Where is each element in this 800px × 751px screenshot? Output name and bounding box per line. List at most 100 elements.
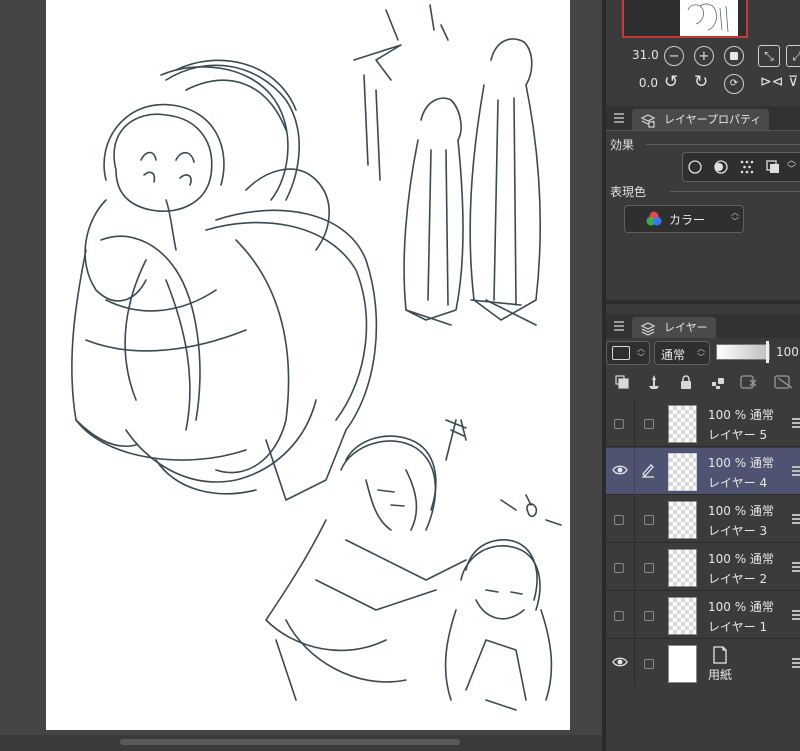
layer-thumbnail bbox=[668, 501, 697, 539]
effect-label: 効果 bbox=[610, 138, 635, 152]
layer-thumbnail bbox=[668, 645, 697, 683]
tab-layer-property[interactable]: レイヤープロパティ bbox=[632, 109, 770, 130]
zoom-in-button[interactable]: + bbox=[694, 46, 714, 66]
layer-row-paper[interactable]: 用紙 bbox=[606, 640, 800, 687]
effect-scroll-icon[interactable]: ︿ ﹀ bbox=[787, 157, 796, 175]
layer-thumbnail bbox=[668, 405, 697, 443]
chevron-updown-icon: ︿ ﹀ bbox=[697, 344, 705, 362]
expression-color-divider bbox=[670, 191, 800, 192]
layer-thumbnail bbox=[668, 597, 697, 635]
tab-layer[interactable]: レイヤー bbox=[632, 317, 716, 338]
zoom-value: 31.0 bbox=[632, 48, 659, 62]
scrollbar-thumb[interactable] bbox=[120, 739, 460, 745]
blend-mode-select[interactable]: 通常 ︿ ﹀ bbox=[654, 341, 710, 365]
horizontal-scrollbar[interactable] bbox=[0, 735, 602, 751]
effect-buttons: ︿ ﹀ bbox=[682, 152, 800, 182]
drag-handle-icon[interactable] bbox=[792, 418, 800, 430]
flip-vertical-icon[interactable]: ⊽ bbox=[788, 74, 798, 90]
edit-target-toggle[interactable] bbox=[644, 419, 654, 429]
eye-icon[interactable] bbox=[612, 654, 628, 670]
eye-icon[interactable] bbox=[612, 462, 628, 478]
right-panel: 31.0 − + ⤡ ⤢ 0.0 ↺ ↻ ⟳ ⊳⊲ ⊽ レイヤープロパティ 効果… bbox=[606, 0, 800, 751]
drag-handle-icon[interactable] bbox=[792, 658, 800, 670]
navigator-sketch-icon bbox=[687, 3, 729, 33]
zoom-row: 31.0 − + ⤡ ⤢ bbox=[606, 44, 800, 68]
layer-name: レイヤー 1 bbox=[708, 620, 768, 634]
chevron-updown-icon: ︿ ﹀ bbox=[731, 208, 739, 226]
layer-thumbnail bbox=[668, 453, 697, 491]
layer-tab-label: レイヤー bbox=[664, 321, 708, 334]
mask-enable-icon[interactable] bbox=[740, 374, 762, 390]
color-mode-icon bbox=[646, 211, 662, 226]
panel-grip-icon[interactable] bbox=[614, 321, 624, 331]
fit-view-button[interactable] bbox=[724, 46, 744, 66]
layer-thumbnail bbox=[668, 549, 697, 587]
edit-target-toggle[interactable] bbox=[644, 611, 654, 621]
paper-layer-icon bbox=[713, 646, 727, 664]
layer-color-icon[interactable] bbox=[765, 159, 781, 175]
opacity-slider-handle[interactable] bbox=[766, 341, 769, 363]
flip-horizontal-icon[interactable]: ⊳⊲ bbox=[760, 74, 783, 90]
layer-options-row bbox=[606, 370, 800, 396]
layer-name: 用紙 bbox=[708, 668, 733, 682]
layer-row[interactable]: 100 % 通常 レイヤー 4 bbox=[606, 448, 800, 495]
edit-target-toggle[interactable] bbox=[644, 515, 654, 525]
reference-layer-icon[interactable] bbox=[646, 374, 662, 390]
reset-rotation-button[interactable]: ⟳ bbox=[724, 74, 744, 94]
tone-effect-icon[interactable] bbox=[739, 159, 755, 175]
panel-grip-icon[interactable] bbox=[614, 113, 624, 123]
layer-row[interactable]: 100 % 通常 レイヤー 1 bbox=[606, 592, 800, 639]
border-effect-icon[interactable] bbox=[687, 159, 703, 175]
actual-size-button[interactable]: ⤢ bbox=[786, 45, 800, 67]
rotate-left-icon[interactable]: ↺ bbox=[664, 72, 678, 92]
visibility-toggle[interactable] bbox=[614, 515, 624, 525]
expression-color-value: カラー bbox=[669, 213, 706, 227]
expression-color-select[interactable]: カラー ︿ ﹀ bbox=[624, 205, 744, 233]
layer-list: 100 % 通常 レイヤー 5 100 % 通常 レイヤー 4 100 % 通常… bbox=[606, 400, 800, 700]
layer-property-tab-label: レイヤープロパティ bbox=[664, 113, 762, 126]
blend-mode-value: 通常 bbox=[661, 348, 686, 362]
watercolor-edge-icon[interactable] bbox=[713, 159, 729, 175]
drawing-canvas[interactable] bbox=[46, 0, 570, 730]
fit-window-button[interactable]: ⤡ bbox=[758, 45, 780, 67]
visibility-toggle[interactable] bbox=[614, 611, 624, 621]
layer-row[interactable]: 100 % 通常 レイヤー 2 bbox=[606, 544, 800, 591]
canvas-area[interactable] bbox=[0, 0, 602, 751]
layer-row[interactable]: 100 % 通常 レイヤー 3 bbox=[606, 496, 800, 543]
layer-toolbar: ︿ ﹀ 通常 ︿ ﹀ 100 bbox=[606, 338, 800, 368]
layers-icon bbox=[640, 322, 656, 336]
layer-property-icon bbox=[640, 114, 656, 128]
layer-property-header: レイヤープロパティ bbox=[606, 106, 800, 130]
lock-transparent-icon[interactable] bbox=[710, 374, 726, 390]
drag-handle-icon[interactable] bbox=[792, 610, 800, 622]
panel-separator[interactable] bbox=[606, 300, 800, 304]
visibility-toggle[interactable] bbox=[614, 419, 624, 429]
edit-target-toggle[interactable] bbox=[644, 563, 654, 573]
expression-color-label: 表現色 bbox=[610, 185, 647, 199]
zoom-out-button[interactable]: − bbox=[664, 46, 684, 66]
layer-name: レイヤー 2 bbox=[708, 572, 768, 586]
layer-row[interactable]: 100 % 通常 レイヤー 5 bbox=[606, 400, 800, 447]
drag-handle-icon[interactable] bbox=[792, 562, 800, 574]
effect-divider bbox=[646, 144, 800, 145]
clip-layer-icon[interactable] bbox=[614, 374, 630, 390]
rotate-row: 0.0 ↺ ↻ ⟳ ⊳⊲ ⊽ bbox=[606, 72, 800, 96]
layer-type-select[interactable]: ︿ ﹀ bbox=[606, 341, 650, 365]
ruler-display-icon[interactable] bbox=[774, 374, 796, 390]
opacity-slider[interactable] bbox=[716, 344, 770, 360]
rotate-right-icon[interactable]: ↻ bbox=[694, 72, 708, 92]
drag-handle-icon[interactable] bbox=[792, 514, 800, 526]
layer-name: レイヤー 4 bbox=[708, 476, 768, 490]
rotate-value: 0.0 bbox=[638, 76, 658, 90]
visibility-toggle[interactable] bbox=[614, 563, 624, 573]
layer-frame-icon bbox=[612, 346, 630, 360]
sketch-artwork bbox=[71, 4, 562, 711]
edit-target-toggle[interactable] bbox=[644, 659, 654, 669]
navigator-preview[interactable] bbox=[622, 0, 748, 38]
drag-handle-icon[interactable] bbox=[792, 466, 800, 478]
layer-blend-info: 100 % 通常 bbox=[708, 600, 774, 614]
layer-blend-info: 100 % 通常 bbox=[708, 504, 774, 518]
pen-icon[interactable] bbox=[640, 462, 656, 478]
lock-icon[interactable] bbox=[678, 374, 694, 390]
layer-name: レイヤー 3 bbox=[708, 524, 768, 538]
